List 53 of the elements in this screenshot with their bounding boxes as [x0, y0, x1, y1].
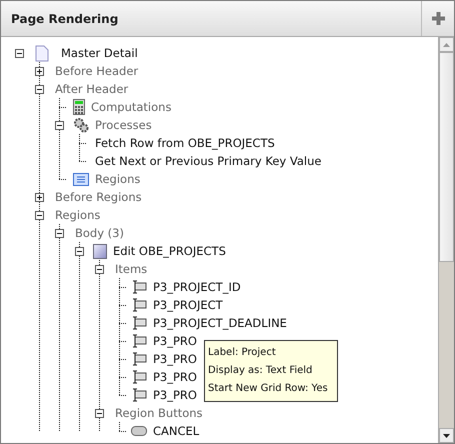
tree-item[interactable]: Computations — [91, 100, 172, 114]
tree-item[interactable]: Before Header — [55, 64, 138, 78]
tree-item[interactable]: P3_PRO — [153, 334, 197, 348]
collapse-icon[interactable] — [14, 48, 24, 58]
text-field-icon — [131, 388, 147, 402]
down-arrow-icon — [443, 434, 450, 438]
panel-title: Page Rendering — [10, 10, 120, 28]
tree-item[interactable]: P3_PROJECT_DEADLINE — [153, 316, 287, 330]
tree-item[interactable]: P3_PRO — [153, 352, 197, 366]
tree-item[interactable]: CANCEL — [153, 424, 200, 438]
tree-item[interactable]: Region Buttons — [115, 406, 203, 420]
collapse-icon[interactable] — [34, 210, 44, 220]
collapse-icon[interactable] — [94, 408, 104, 418]
button-icon — [131, 426, 147, 436]
text-field-icon — [131, 280, 147, 294]
tree-item[interactable]: Items — [115, 262, 148, 276]
expand-icon[interactable] — [34, 66, 44, 76]
region-icon — [93, 244, 107, 258]
list-icon — [73, 172, 89, 186]
collapse-icon[interactable] — [94, 264, 104, 274]
collapse-icon[interactable] — [54, 120, 64, 130]
tree-item[interactable]: Body (3) — [75, 226, 124, 240]
text-field-icon — [131, 370, 147, 384]
tree-item[interactable]: Fetch Row from OBE_PROJECTS — [95, 136, 275, 150]
tree-item[interactable]: Get Next or Previous Primary Key Value — [95, 154, 322, 168]
text-field-icon — [131, 298, 147, 312]
scrollbar[interactable] — [438, 37, 454, 443]
tree-item[interactable]: P3_PRO — [153, 370, 197, 384]
text-field-icon — [131, 316, 147, 330]
tree-item[interactable]: Regions — [55, 208, 100, 222]
collapse-icon[interactable] — [54, 228, 64, 238]
text-field-icon — [131, 352, 147, 366]
plus-icon — [430, 11, 446, 26]
tree-item[interactable]: Master Detail — [61, 46, 138, 60]
gears-icon — [73, 117, 89, 133]
up-arrow-icon — [443, 42, 450, 46]
tree-item[interactable]: P3_PROJECT — [153, 298, 223, 312]
tooltip-line: Label: Project — [208, 346, 277, 360]
tree-item[interactable]: Edit OBE_PROJECTS — [113, 244, 226, 258]
tree-item[interactable]: P3_PRO — [153, 388, 197, 402]
tree-item[interactable]: Before Regions — [55, 190, 142, 204]
tree-item[interactable]: Processes — [95, 118, 152, 132]
tree-item[interactable]: Regions — [95, 172, 140, 186]
page-icon — [35, 44, 49, 62]
text-field-icon — [131, 334, 147, 348]
tree-item[interactable]: After Header — [55, 82, 128, 96]
collapse-icon[interactable] — [34, 84, 44, 94]
tooltip-line: Start New Grid Row: Yes — [208, 382, 329, 396]
collapse-icon[interactable] — [74, 246, 84, 256]
tree-item[interactable]: P3_PROJECT_ID — [153, 280, 241, 294]
calculator-icon — [73, 99, 85, 115]
tooltip-line: Display as: Text Field — [208, 364, 314, 378]
expand-icon[interactable] — [34, 192, 44, 202]
